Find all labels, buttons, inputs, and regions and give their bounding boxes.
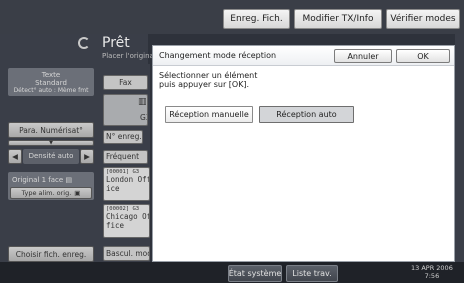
feed-type-label: Type alim. orig.	[21, 189, 72, 197]
left-panel: Texte Standard Détect° auto : Mème fmt P…	[0, 34, 100, 262]
manual-reception-option[interactable]: Réception manuelle	[165, 106, 253, 123]
scan-params-expand[interactable]: ▼	[8, 140, 94, 146]
destination-column: Fax ▥ G3 N° enreg. Fréquent [00001] G3 L…	[100, 64, 150, 262]
text-mode-label: Texte	[41, 71, 61, 79]
list-item[interactable]: [00002] G3 Chicago Of fice	[103, 204, 150, 238]
page-icon: ▤	[65, 176, 73, 184]
scan-params-button[interactable]: Para. Numérisat°	[8, 122, 94, 138]
ok-button[interactable]: OK	[396, 49, 450, 63]
auto-reception-option[interactable]: Réception auto	[259, 106, 354, 123]
density-increase-button[interactable]: ▶	[80, 149, 94, 164]
chevron-down-icon: ▼	[49, 140, 53, 146]
switch-mode-button[interactable]: Bascul. mod	[103, 246, 150, 261]
save-file-button[interactable]: Enreg. Fich.	[223, 9, 290, 29]
date-time: 13 APR 2006 7:56	[411, 264, 453, 280]
ready-band: Prêt Placer l'origina	[100, 34, 154, 64]
detect-line: Détect° auto : Mème fmt	[13, 87, 89, 94]
fax-screen: Enreg. Fich. Modifier TX/Info Vérifier m…	[0, 0, 464, 283]
cancel-button[interactable]: Annuler	[334, 49, 392, 63]
right-strip	[455, 34, 464, 262]
line-panel: ▥ G3	[103, 94, 148, 126]
status-circle-icon	[78, 37, 90, 49]
instruction-line-1: Sélectionner un élément	[159, 71, 258, 80]
fax-tab[interactable]: Fax	[103, 75, 148, 90]
fax-machine-icon: ▥	[138, 97, 147, 107]
dialog-header: Changement mode réception Annuler OK	[153, 46, 454, 66]
ready-subtitle: Placer l'origina	[102, 52, 154, 60]
entry-name-cont: fice	[106, 221, 125, 230]
frequent-tab[interactable]: Fréquent	[103, 150, 148, 164]
reception-mode-dialog: Changement mode réception Annuler OK Sél…	[152, 45, 455, 262]
feeder-icon: ▣	[74, 189, 81, 197]
original-label: Original 1 face	[12, 176, 64, 184]
system-status-button[interactable]: État système	[228, 265, 282, 282]
text-mode-value: Standard	[35, 79, 67, 87]
density-label: Densité auto	[23, 149, 79, 164]
dialog-title: Changement mode réception	[159, 51, 277, 60]
list-item[interactable]: [00001] G3 London Off ice	[103, 167, 150, 201]
entry-name: London Off	[106, 175, 150, 184]
modify-tx-info-button[interactable]: Modifier TX/Info	[294, 9, 382, 29]
bottom-bar: État système Liste trav.	[0, 262, 464, 283]
reg-no-button[interactable]: N° enreg.	[103, 130, 143, 144]
date-label: 13 APR 2006	[411, 264, 453, 272]
job-list-button[interactable]: Liste trav.	[286, 265, 338, 282]
top-bar: Enreg. Fich. Modifier TX/Info Vérifier m…	[0, 0, 464, 34]
feed-type-button[interactable]: Type alim. orig. ▣	[10, 187, 92, 199]
time-label: 7:56	[424, 272, 440, 280]
g3-label: G3	[140, 113, 147, 122]
density-decrease-button[interactable]: ◀	[8, 149, 22, 164]
dialog-instructions: Sélectionner un élément puis appuyer sur…	[159, 71, 257, 89]
arrow-right-icon: ▶	[84, 152, 90, 161]
choose-file-button[interactable]: Choisir fich. enreg.	[8, 246, 94, 262]
ready-title: Prêt	[102, 35, 130, 51]
check-modes-button[interactable]: Vérifier modes	[386, 9, 460, 29]
arrow-left-icon: ◀	[12, 152, 18, 161]
entry-name: Chicago Of	[106, 212, 150, 221]
text-mode-indicator[interactable]: Texte Standard Détect° auto : Mème fmt	[8, 68, 94, 96]
entry-name-cont: ice	[106, 184, 120, 193]
instruction-line-2: puis appuyer sur [OK].	[159, 80, 250, 89]
